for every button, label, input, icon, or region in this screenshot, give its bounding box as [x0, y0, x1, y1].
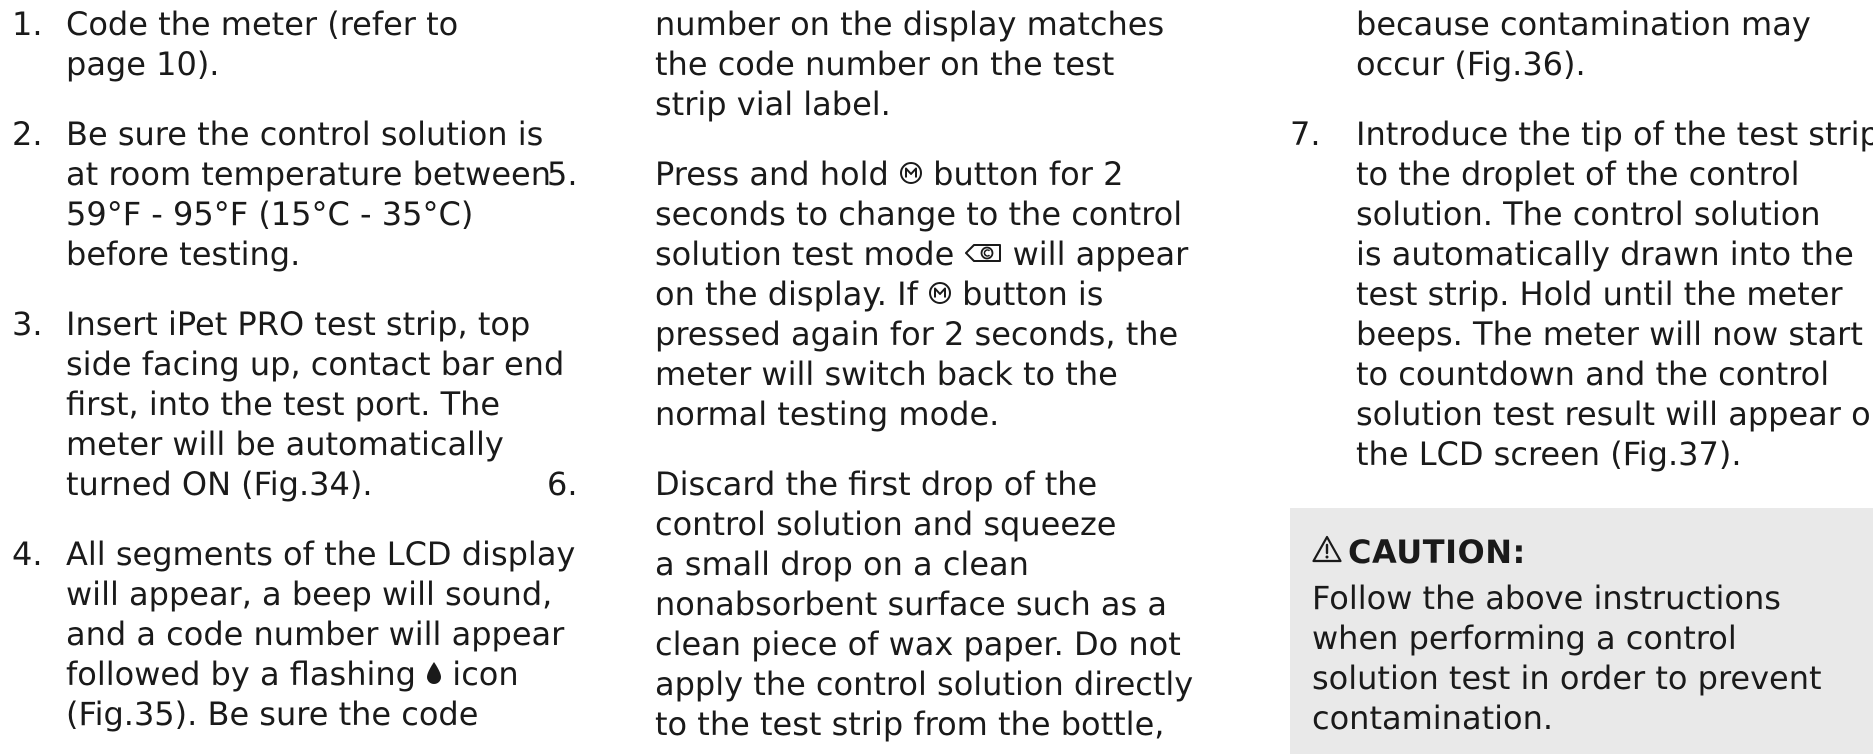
- text-line: beeps. The meter will now start: [1356, 315, 1863, 353]
- warning-triangle-icon: [1312, 533, 1342, 571]
- step-text: number on the display matches the code n…: [655, 4, 1164, 124]
- step-number: 1.: [12, 5, 43, 43]
- caution-box: CAUTION: Follow the above instructions w…: [1290, 508, 1873, 754]
- text-line: Insert iPet PRO test strip, top: [66, 305, 531, 343]
- step-number: 3.: [12, 305, 43, 343]
- text-line: test strip. Hold until the meter: [1356, 275, 1843, 313]
- text-line: at room temperature between: [66, 155, 551, 193]
- text-line: turned ON (Fig.34).: [66, 465, 373, 503]
- text-line: meter will switch back to the: [655, 355, 1118, 393]
- step-text: Discard the first drop of the control so…: [655, 464, 1193, 744]
- text-line: pressed again for 2 seconds, the: [655, 315, 1179, 353]
- text-line: first, into the test port. The: [66, 385, 501, 423]
- step-text: Press and hold button for 2 seconds to c…: [655, 154, 1188, 434]
- text-fragment: on the display. If: [655, 275, 918, 313]
- text-fragment: icon: [452, 655, 519, 693]
- text-line: (Fig.35). Be sure the code: [66, 695, 479, 733]
- text-fragment: will appear: [1012, 235, 1189, 273]
- text-line: Discard the first drop of the: [655, 465, 1098, 503]
- text-line: because contamination may: [1356, 5, 1811, 43]
- text-line: when performing a control: [1312, 619, 1737, 657]
- text-line: a small drop on a clean: [655, 545, 1029, 583]
- step-number: 5.: [547, 155, 578, 193]
- step-number: 2.: [12, 115, 43, 153]
- text-line: to the droplet of the control: [1356, 155, 1800, 193]
- text-line: apply the control solution directly: [655, 665, 1194, 703]
- text-line: the LCD screen (Fig.37).: [1356, 435, 1742, 473]
- text-line: Code the meter (refer to: [66, 5, 459, 43]
- text-line: Introduce the tip of the test strip: [1356, 115, 1873, 153]
- blood-drop-icon: [426, 661, 442, 685]
- text-line: and a code number will appear: [66, 615, 565, 653]
- text-line: to countdown and the control: [1356, 355, 1830, 393]
- text-line: on the display. If button is: [655, 274, 1188, 314]
- text-line: solution. The control solution: [1356, 195, 1821, 233]
- m-button-icon: [928, 281, 952, 305]
- text-line: seconds to change to the control: [655, 195, 1183, 233]
- text-line: Press and hold button for 2: [655, 154, 1188, 194]
- text-line: Follow the above instructions: [1312, 579, 1781, 617]
- caution-heading: CAUTION:: [1312, 530, 1526, 574]
- text-fragment: solution test mode: [655, 235, 955, 273]
- text-line: will appear, a beep will sound,: [66, 575, 553, 613]
- text-line: control solution and squeeze: [655, 505, 1117, 543]
- step-text: Introduce the tip of the test strip to t…: [1356, 114, 1873, 474]
- text-fragment: followed by a flashing: [66, 655, 416, 693]
- step-text: Insert iPet PRO test strip, top side fac…: [66, 304, 564, 504]
- text-line: solution test result will appear on: [1356, 395, 1873, 433]
- caution-title: CAUTION:: [1348, 533, 1526, 571]
- text-line: Be sure the control solution is: [66, 115, 544, 153]
- text-line: solution test mode will appear: [655, 234, 1188, 274]
- text-line: to the test strip from the bottle,: [655, 705, 1165, 743]
- text-line: followed by a flashing icon: [66, 654, 575, 694]
- text-line: occur (Fig.36).: [1356, 45, 1586, 83]
- step-text: All segments of the LCD display will app…: [66, 534, 575, 734]
- text-fragment: Press and hold: [655, 155, 889, 193]
- m-button-icon: [899, 161, 923, 185]
- text-line: 59°F - 95°F (15°C - 35°C): [66, 195, 474, 233]
- caution-text: Follow the above instructions when perfo…: [1312, 578, 1822, 738]
- text-line: is automatically drawn into the: [1356, 235, 1854, 273]
- text-line: clean piece of wax paper. Do not: [655, 625, 1181, 663]
- control-solution-mode-icon: [964, 242, 1002, 264]
- step-text: Be sure the control solution is at room …: [66, 114, 551, 274]
- manual-page: 1. Code the meter (refer to page 10). 2.…: [0, 0, 1873, 754]
- text-line: nonabsorbent surface such as a: [655, 585, 1167, 623]
- step-text: Code the meter (refer to page 10).: [66, 4, 458, 84]
- text-line: solution test in order to prevent: [1312, 659, 1822, 697]
- step-number: 7.: [1290, 115, 1321, 153]
- text-line: normal testing mode.: [655, 395, 1000, 433]
- text-line: before testing.: [66, 235, 301, 273]
- text-line: number on the display matches: [655, 5, 1165, 43]
- text-line: page 10).: [66, 45, 220, 83]
- step-number: 6.: [547, 465, 578, 503]
- text-line: meter will be automatically: [66, 425, 504, 463]
- step-number: 4.: [12, 535, 43, 573]
- text-line: the code number on the test: [655, 45, 1115, 83]
- text-line: contamination.: [1312, 699, 1554, 737]
- step-text: because contamination may occur (Fig.36)…: [1356, 4, 1811, 84]
- text-fragment: button for 2: [933, 155, 1124, 193]
- text-line: side facing up, contact bar end: [66, 345, 565, 383]
- text-fragment: button is: [962, 275, 1104, 313]
- text-line: All segments of the LCD display: [66, 535, 576, 573]
- text-line: strip vial label.: [655, 85, 891, 123]
